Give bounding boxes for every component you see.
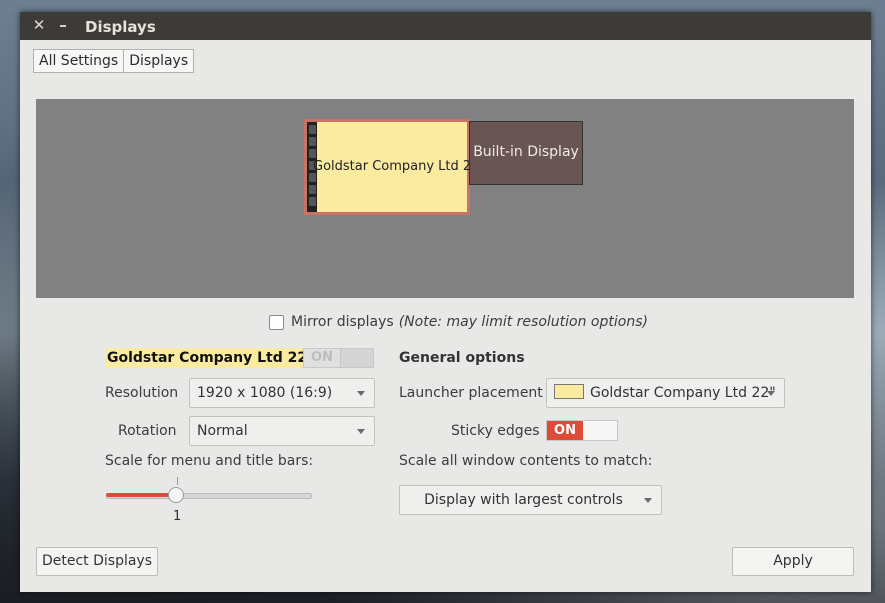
monitor-color-swatch bbox=[554, 384, 584, 399]
scale-value: 1 bbox=[173, 509, 182, 524]
breadcrumb-displays[interactable]: Displays bbox=[123, 50, 193, 72]
rotation-dropdown[interactable]: Normal bbox=[189, 416, 375, 446]
scale-slider-handle[interactable] bbox=[168, 487, 184, 503]
sticky-toggle-label: ON bbox=[547, 421, 583, 440]
scale-all-value: Display with largest controls bbox=[424, 492, 623, 508]
rotation-value: Normal bbox=[197, 423, 248, 439]
breadcrumb: All Settings Displays bbox=[33, 49, 195, 73]
mirror-displays[interactable]: Mirror displays (Note: may limit resolut… bbox=[269, 314, 648, 330]
toggle-knob bbox=[340, 349, 373, 367]
displays-window: ✕ – Displays All Settings Displays Golds… bbox=[20, 12, 871, 592]
scale-all-dropdown[interactable]: Display with largest controls bbox=[399, 485, 662, 515]
detect-displays-button[interactable]: Detect Displays bbox=[36, 547, 158, 576]
launcher-placement-label: Launcher placement bbox=[399, 385, 543, 401]
close-icon[interactable]: ✕ bbox=[30, 16, 48, 34]
primary-monitor-label: Goldstar Company Ltd 22" bbox=[313, 159, 486, 174]
mirror-note: (Note: may limit resolution options) bbox=[398, 314, 648, 330]
launcher-placement-dropdown[interactable]: Goldstar Company Ltd 22" bbox=[546, 378, 785, 408]
launcher-placement-value: Goldstar Company Ltd 22" bbox=[590, 385, 776, 401]
chevron-down-icon bbox=[767, 391, 775, 396]
builtin-monitor[interactable]: Built-in Display bbox=[469, 121, 583, 185]
builtin-monitor-label: Built-in Display bbox=[473, 144, 579, 160]
selected-display-name: Goldstar Company Ltd 22" bbox=[105, 348, 317, 368]
scale-slider-fill bbox=[106, 493, 175, 497]
breadcrumb-all-settings[interactable]: All Settings bbox=[34, 50, 123, 72]
resolution-dropdown[interactable]: 1920 x 1080 (16:9) bbox=[189, 378, 375, 408]
minimize-icon[interactable]: – bbox=[54, 16, 72, 34]
display-arrangement-area[interactable]: Goldstar Company Ltd 22" Built-in Displa… bbox=[36, 99, 854, 298]
scale-all-label: Scale all window contents to match: bbox=[399, 453, 653, 469]
window-title: Displays bbox=[85, 18, 156, 36]
scale-slider-tick bbox=[177, 477, 178, 485]
sticky-edges-label: Sticky edges bbox=[451, 423, 540, 439]
mirror-label: Mirror displays bbox=[291, 314, 394, 330]
mirror-checkbox[interactable] bbox=[269, 314, 284, 330]
toggle-knob bbox=[583, 421, 617, 440]
resolution-label: Resolution bbox=[105, 385, 179, 401]
scale-label: Scale for menu and title bars: bbox=[105, 453, 314, 469]
chevron-down-icon bbox=[357, 429, 365, 434]
resolution-value: 1920 x 1080 (16:9) bbox=[197, 385, 333, 401]
chevron-down-icon bbox=[357, 391, 365, 396]
primary-monitor[interactable]: Goldstar Company Ltd 22" bbox=[304, 119, 486, 215]
chevron-down-icon bbox=[644, 498, 652, 503]
display-power-toggle[interactable]: ON bbox=[303, 348, 374, 368]
title-bar: ✕ – Displays bbox=[20, 12, 871, 40]
sticky-edges-toggle[interactable]: ON bbox=[546, 420, 618, 441]
general-options-title: General options bbox=[399, 350, 525, 366]
rotation-label: Rotation bbox=[118, 423, 177, 439]
apply-button[interactable]: Apply bbox=[732, 547, 854, 576]
display-toggle-label: ON bbox=[311, 350, 333, 365]
